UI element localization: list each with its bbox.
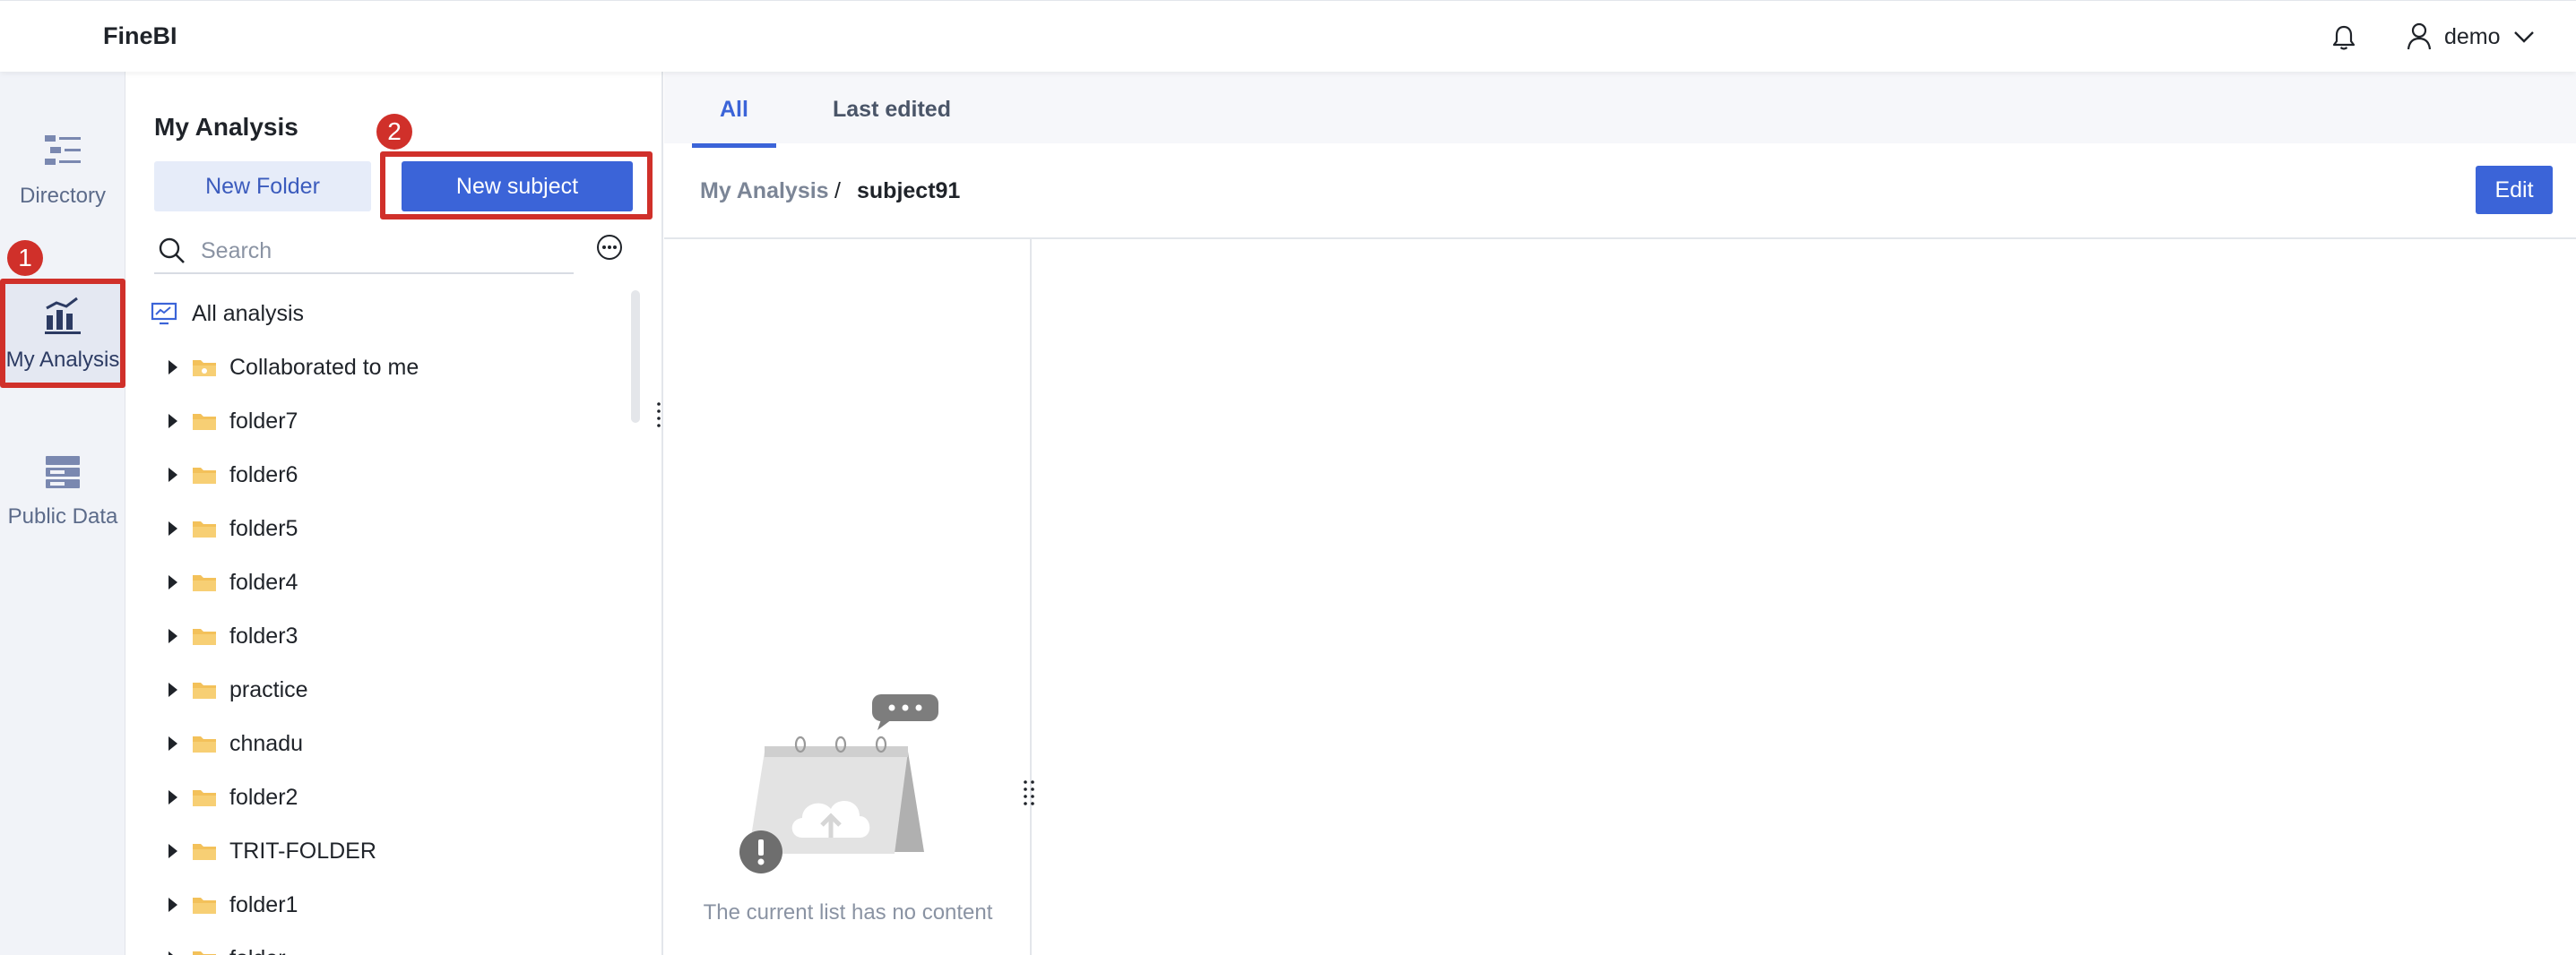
expand-caret-icon[interactable] — [169, 683, 177, 697]
subject-list-column: The current list has no content — [664, 239, 1035, 955]
tree-item-folder[interactable]: folder2 — [151, 770, 635, 824]
tree-item-folder[interactable]: practice — [151, 663, 635, 717]
expand-caret-icon[interactable] — [169, 951, 177, 955]
folder-icon — [193, 575, 216, 591]
tree-item-folder[interactable]: folder — [151, 932, 635, 955]
expand-caret-icon[interactable] — [169, 521, 177, 536]
expand-caret-icon[interactable] — [169, 736, 177, 751]
expand-caret-icon[interactable] — [169, 468, 177, 482]
directory-icon — [45, 135, 81, 165]
expand-caret-icon[interactable] — [169, 629, 177, 643]
user-menu[interactable]: demo — [2407, 19, 2535, 55]
new-subject-button[interactable]: New subject — [402, 161, 633, 211]
expand-caret-icon[interactable] — [169, 790, 177, 804]
monitor-icon — [151, 302, 177, 325]
rail-item-public-data[interactable]: Public Data — [0, 437, 125, 545]
left-rail: Directory My Analysis Public Data — [0, 72, 125, 955]
breadcrumb-bar: My Analysis / subject91 Edit — [664, 148, 2576, 239]
tab-all[interactable]: All — [720, 97, 748, 123]
folder-icon — [193, 736, 216, 753]
rail-item-my-analysis[interactable]: My Analysis — [0, 280, 125, 388]
tree-item-label: folder4 — [229, 569, 298, 595]
expand-caret-icon[interactable] — [169, 575, 177, 589]
tree-item-label: folder1 — [229, 891, 298, 917]
search-icon — [159, 237, 185, 263]
tree-item-folder[interactable]: folder6 — [151, 448, 635, 502]
brand-logo: FineBI — [103, 22, 177, 49]
tree-item-label: practice — [229, 676, 308, 702]
tree-item-label: folder7 — [229, 408, 298, 434]
column-resize-handle-icon[interactable] — [1023, 779, 1035, 805]
new-folder-button[interactable]: New Folder — [154, 161, 371, 211]
search-box — [154, 229, 574, 274]
expand-caret-icon[interactable] — [169, 898, 177, 912]
breadcrumb-root[interactable]: My Analysis — [700, 178, 829, 204]
tree-item-label: chnadu — [229, 730, 304, 756]
empty-state-message: The current list has no content — [703, 900, 993, 925]
tree-item-label: Collaborated to me — [229, 354, 419, 380]
top-bar: FineBI demo — [0, 0, 2576, 72]
tree-item-folder[interactable]: folder4 — [151, 555, 635, 609]
tree-item-label: folder2 — [229, 784, 298, 810]
database-icon — [46, 456, 80, 488]
edit-button[interactable]: Edit — [2476, 166, 2553, 214]
annotation-badge-1: 1 — [7, 240, 43, 276]
folder-tree: All analysis Collaborated to me folder7 fo… — [151, 287, 635, 955]
directory-panel: My Analysis New Folder New subject All a… — [125, 72, 668, 955]
panel-title: My Analysis — [154, 113, 298, 141]
folder-icon — [193, 629, 216, 645]
tree-scrollbar[interactable] — [631, 290, 640, 423]
folder-icon — [193, 521, 216, 538]
rail-label-public-data: Public Data — [7, 504, 118, 529]
folder-icon — [193, 468, 216, 484]
bell-icon[interactable] — [2329, 22, 2359, 53]
rail-label-my-analysis: My Analysis — [5, 348, 120, 372]
tree-item-label: folder3 — [229, 623, 298, 649]
annotation-badge-2: 2 — [376, 114, 412, 150]
tabs-bar: All Last edited — [664, 72, 2576, 143]
folder-icon — [193, 683, 216, 699]
expand-caret-icon[interactable] — [169, 844, 177, 858]
tree-root-all-analysis[interactable]: All analysis — [151, 287, 635, 340]
chevron-down-icon — [2513, 31, 2534, 43]
tab-last-edited[interactable]: Last edited — [833, 97, 951, 123]
folder-icon — [193, 844, 216, 860]
folder-icon — [193, 414, 216, 430]
tree-item-folder[interactable]: folder1 — [151, 878, 635, 932]
search-input[interactable] — [201, 237, 559, 264]
expand-caret-icon[interactable] — [169, 360, 177, 374]
folder-icon — [193, 951, 216, 955]
tree-item-label: folder6 — [229, 461, 298, 487]
folder-icon — [193, 790, 216, 806]
more-options-icon[interactable] — [595, 233, 624, 262]
tree-item-folder[interactable]: folder7 — [151, 394, 635, 448]
folder-icon — [193, 898, 216, 914]
breadcrumb-current: subject91 — [857, 178, 961, 203]
tree-root-label: All analysis — [192, 300, 305, 326]
shared-folder-icon — [193, 360, 216, 376]
tree-item-folder[interactable]: chnadu — [151, 717, 635, 770]
user-icon — [2407, 22, 2432, 50]
rail-label-directory: Directory — [19, 184, 106, 208]
tree-item-folder[interactable]: TRIT-FOLDER — [151, 824, 635, 878]
rail-item-directory[interactable]: Directory — [0, 116, 125, 224]
tree-item-label: TRIT-FOLDER — [229, 838, 376, 864]
tree-item-folder[interactable]: folder5 — [151, 502, 635, 555]
empty-calendar-upload-icon — [739, 694, 938, 873]
tree-item-folder[interactable]: Collaborated to me — [151, 340, 635, 394]
user-name: demo — [2444, 23, 2501, 49]
tree-item-label: folder — [229, 946, 286, 955]
tree-item-folder[interactable]: folder3 — [151, 609, 635, 663]
breadcrumb-separator: / — [834, 178, 841, 203]
analysis-chart-icon — [45, 297, 81, 334]
expand-caret-icon[interactable] — [169, 414, 177, 428]
tree-item-label: folder5 — [229, 515, 298, 541]
